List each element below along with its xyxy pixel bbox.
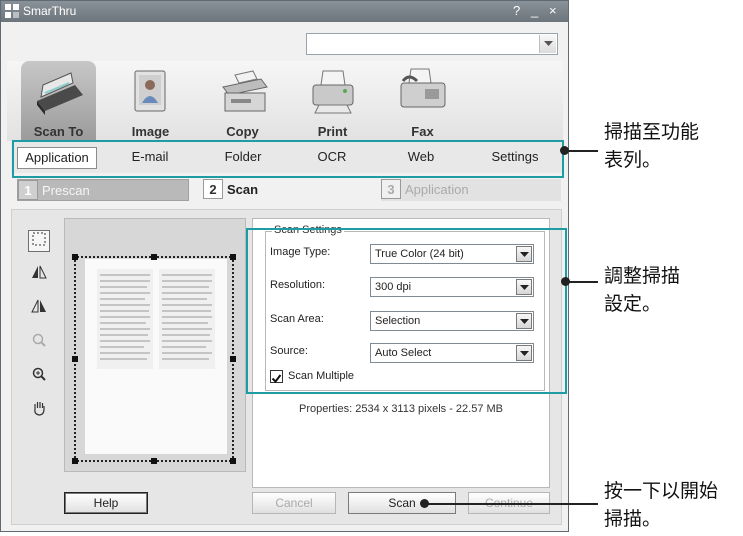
minimize-button[interactable]: _: [531, 3, 538, 19]
function-label: Image: [131, 124, 170, 139]
resize-handle[interactable]: [151, 254, 157, 260]
chevron-down-icon[interactable]: [539, 35, 556, 53]
device-select[interactable]: [306, 33, 558, 55]
callout-tabs: 掃描至功能 表列。: [604, 118, 699, 174]
properties-text: Properties: 2534 x 3113 pixels - 22.57 M…: [298, 403, 504, 415]
step-application: 3 Application: [381, 179, 561, 201]
preview-toolbar: [20, 218, 60, 478]
callout-text: 掃描。: [604, 508, 662, 530]
function-scan-to[interactable]: Scan To: [21, 61, 96, 141]
function-label: Print: [317, 124, 348, 139]
function-copy[interactable]: Copy: [205, 61, 280, 141]
zoom-out-icon[interactable]: [28, 332, 50, 354]
step-number: 3: [381, 179, 401, 199]
figure: SmarThru ? _ × Scan To Image Copy Print …: [0, 0, 743, 536]
flip-horizontal-icon[interactable]: [28, 264, 50, 286]
flip-vertical-icon[interactable]: [28, 298, 50, 320]
function-label: Fax: [411, 124, 434, 139]
help-circle-icon[interactable]: ?: [513, 3, 520, 19]
callout-text: 調整掃描: [604, 265, 681, 287]
scan-preview[interactable]: [64, 218, 246, 472]
callout-text: 設定。: [604, 293, 662, 315]
resize-handle[interactable]: [230, 254, 236, 260]
resize-handle[interactable]: [151, 458, 157, 464]
hand-pan-icon[interactable]: [28, 400, 50, 422]
copier-icon: [221, 70, 268, 112]
function-label: Scan To: [33, 124, 84, 139]
step-indicator: 1 Prescan 2 Scan 3 Application: [11, 177, 562, 205]
step-number: 1: [18, 180, 38, 200]
resize-handle[interactable]: [72, 458, 78, 464]
scanner-icon: [36, 72, 83, 115]
callout-settings: 調整掃描 設定。: [604, 262, 680, 318]
function-image[interactable]: Image: [113, 61, 188, 141]
step-prescan[interactable]: 1 Prescan: [17, 179, 189, 201]
callout-line: [565, 281, 598, 283]
function-strip: Scan To Image Copy Print Fax: [7, 61, 563, 141]
select-area-icon[interactable]: [28, 230, 50, 252]
app-icon: [5, 4, 19, 18]
resize-handle[interactable]: [72, 356, 78, 362]
callout-line: [424, 503, 598, 505]
resize-handle[interactable]: [230, 356, 236, 362]
callout-text: 掃描至功能: [604, 121, 700, 143]
resize-handle[interactable]: [72, 254, 78, 260]
selection-box[interactable]: [72, 254, 236, 464]
cancel-button[interactable]: Cancel: [252, 492, 336, 514]
printer-icon: [312, 70, 353, 114]
window-title: SmarThru: [23, 4, 77, 18]
step-scan: 2 Scan: [203, 179, 258, 201]
image-icon: [134, 70, 165, 112]
callout-text: 表列。: [604, 149, 662, 171]
title-bar: SmarThru ? _ ×: [1, 1, 568, 22]
function-print[interactable]: Print: [295, 61, 370, 141]
step-number: 2: [203, 179, 223, 199]
step-label: Prescan: [42, 183, 90, 198]
help-button[interactable]: Help: [64, 492, 148, 514]
callout-line: [564, 150, 598, 152]
close-button[interactable]: ×: [549, 3, 557, 19]
step-label: Scan: [227, 182, 259, 197]
settings-highlight: [246, 228, 567, 394]
callout-text: 按一下以開始: [604, 480, 719, 502]
callout-scan: 按一下以開始 掃描。: [604, 477, 718, 533]
function-fax[interactable]: Fax: [385, 61, 460, 141]
zoom-in-icon[interactable]: [28, 366, 50, 388]
fax-icon: [400, 68, 445, 108]
resize-handle[interactable]: [230, 458, 236, 464]
step-label: Application: [405, 182, 469, 197]
tabs-highlight: [12, 140, 564, 178]
function-label: Copy: [226, 124, 259, 139]
